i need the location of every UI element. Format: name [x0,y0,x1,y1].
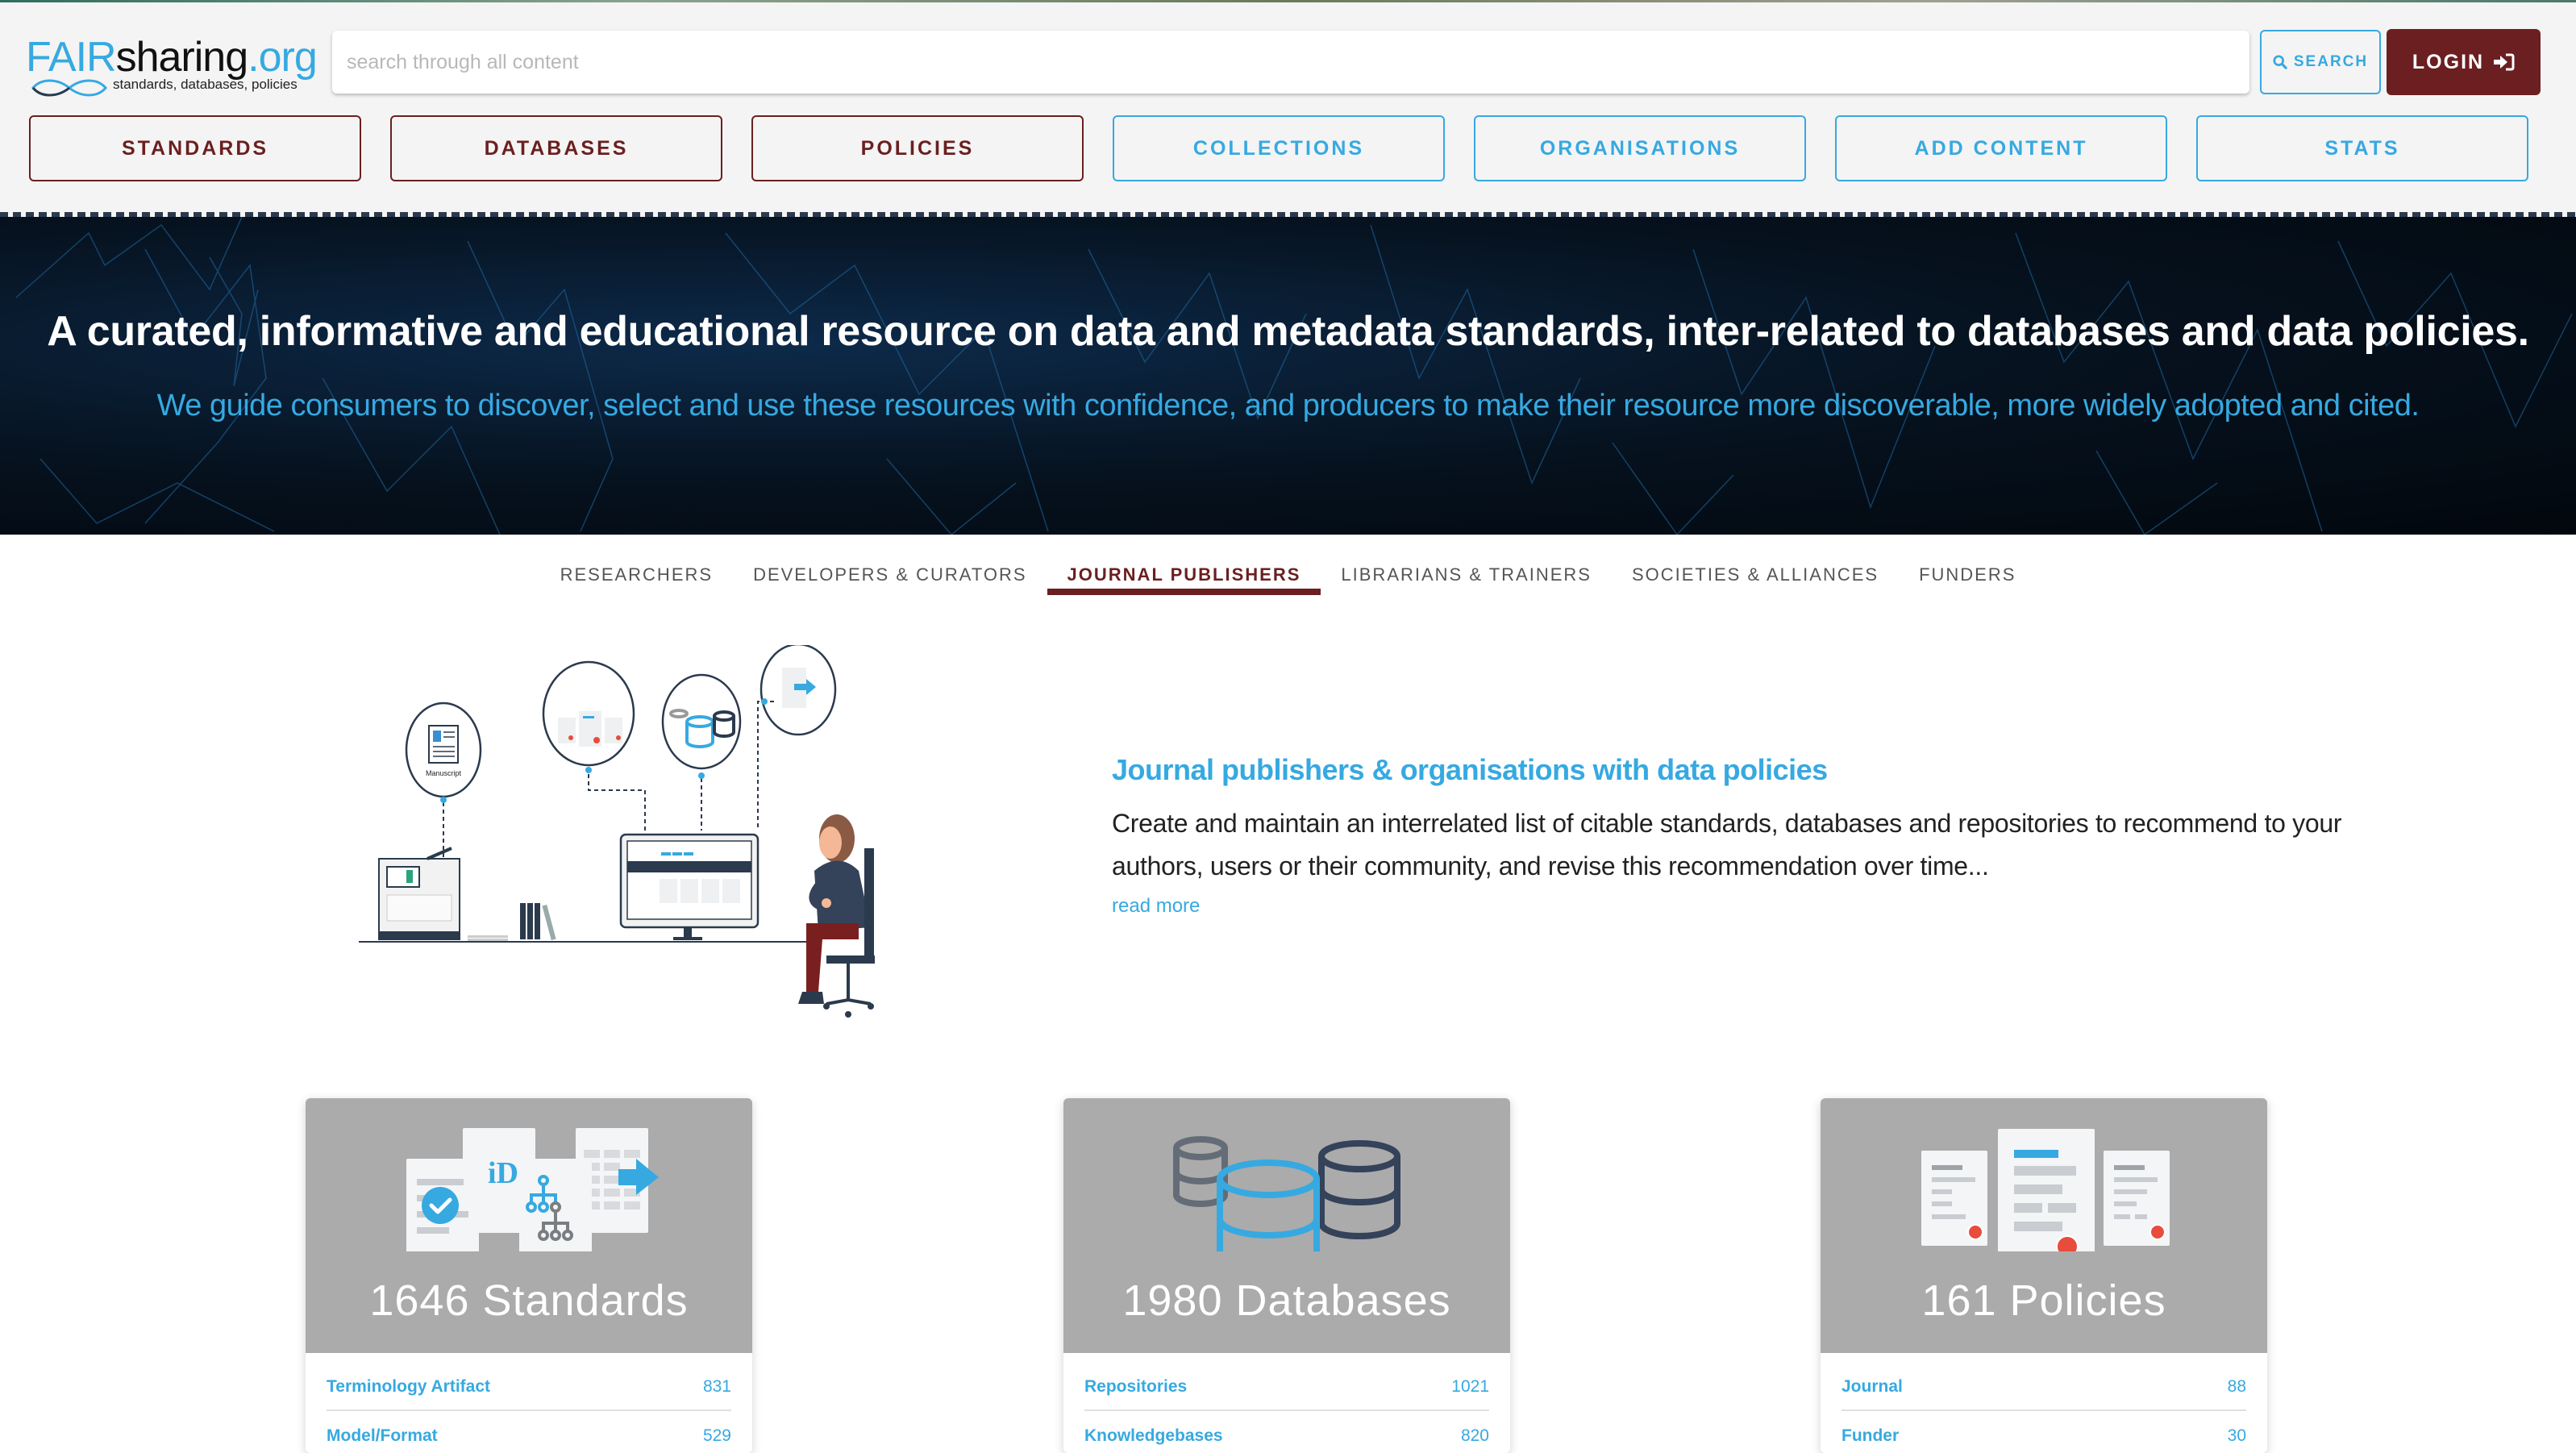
policies-card[interactable]: 161 Policies Journal 88 Funder 30 [1821,1098,2267,1453]
audience-tabs: RESEARCHERS DEVELOPERS & CURATORS JOURNA… [0,535,2576,615]
nav-policies[interactable]: POLICIES [751,115,1084,181]
hero-title: A curated, informative and educational r… [47,308,2529,355]
manuscript-label: Manuscript [426,769,462,777]
card-row[interactable]: Funder 30 [1841,1413,2246,1453]
policies-icon [1921,1129,2170,1251]
nav-label: STATS [2324,136,2400,160]
tab-label: DEVELOPERS & CURATORS [753,564,1027,585]
nav-add-content[interactable]: ADD CONTENT [1835,115,2167,181]
row-count: 30 [2227,1426,2246,1445]
logo-sharing: sharing [115,34,249,81]
databases-bubble [661,673,742,770]
nav-stats[interactable]: STATS [2196,115,2528,181]
sign-in-icon [2494,53,2515,71]
tab-researchers[interactable]: RESEARCHERS [540,535,733,615]
row-count: 529 [702,1426,731,1445]
search-icon [2273,55,2287,69]
nav-databases[interactable]: DATABASES [390,115,722,181]
intro-title: Journal publishers & organisations with … [1112,753,1828,786]
search-input[interactable] [332,31,2249,94]
card-row[interactable]: Repositories 1021 [1084,1364,1489,1411]
tab-societies-alliances[interactable]: SOCIETIES & ALLIANCES [1612,535,1899,615]
card-row[interactable]: Model/Format 529 [327,1413,731,1453]
tab-label: RESEARCHERS [560,564,714,585]
fairsharing-logo[interactable]: FAIRsharing.org standards, databases, po… [26,34,324,97]
row-label: Terminology Artifact [327,1377,491,1396]
logo-tagline: standards, databases, policies [113,77,298,92]
tab-label: FUNDERS [1919,564,2016,585]
card-row[interactable]: Journal 88 [1841,1364,2246,1411]
logo-wordmark: FAIRsharing.org [26,34,318,81]
row-count: 88 [2227,1377,2246,1396]
hero-subtitle: We guide consumers to discover, select a… [156,389,2420,423]
card-row[interactable]: Knowledgebases 820 [1084,1413,1489,1453]
databases-icon [1173,1136,1400,1251]
standards-card[interactable]: iD 1646 Standards Terminology Artifact 83… [306,1098,752,1453]
hero-banner: A curated, informative and educational r… [0,217,2576,535]
login-button[interactable]: LOGIN [2387,29,2541,95]
intro-description: Create and maintain an interrelated list… [1112,809,2342,881]
databases-count-title: 1980 Databases [1122,1276,1451,1325]
card-header: 1980 Databases [1063,1098,1510,1353]
tab-label: SOCIETIES & ALLIANCES [1631,564,1879,585]
row-label: Journal [1841,1377,1903,1396]
tab-librarians-trainers[interactable]: LIBRARIANS & TRAINERS [1321,535,1612,615]
databases-card[interactable]: 1980 Databases Repositories 1021 Knowledg… [1063,1098,1510,1453]
card-header: iD 1646 Standards [306,1098,752,1353]
row-label: Knowledgebases [1084,1426,1223,1445]
row-count: 831 [702,1377,731,1396]
tab-label: JOURNAL PUBLISHERS [1067,564,1301,585]
read-more-link[interactable]: read more [1112,895,1200,918]
tab-developers-curators[interactable]: DEVELOPERS & CURATORS [733,535,1047,615]
standards-icon: iD [406,1128,659,1251]
row-label: Repositories [1084,1377,1188,1396]
card-row[interactable]: Terminology Artifact 831 [327,1364,731,1411]
nav-label: POLICIES [860,136,975,160]
search-button-label: SEARCH [2293,53,2369,70]
nav-label: ADD CONTENT [1914,136,2088,160]
nav-organisations[interactable]: ORGANISATIONS [1474,115,1806,181]
nav-collections[interactable]: COLLECTIONS [1113,115,1445,181]
policies-count-title: 161 Policies [1921,1276,2166,1325]
nav-label: STANDARDS [121,136,269,160]
row-count: 820 [1460,1426,1489,1445]
nav-label: ORGANISATIONS [1539,136,1741,160]
tab-journal-publishers[interactable]: JOURNAL PUBLISHERS [1047,535,1321,615]
network-background-graphic [15,217,2573,535]
tab-label: LIBRARIANS & TRAINERS [1341,564,1592,585]
row-count: 1021 [1451,1377,1489,1396]
search-button[interactable]: SEARCH [2260,30,2381,94]
standards-count-title: 1646 Standards [369,1276,689,1325]
row-label: Model/Format [327,1426,438,1445]
site-header: FAIRsharing.org standards, databases, po… [0,2,2576,212]
nav-standards[interactable]: STANDARDS [29,115,361,181]
logo-fair: FAIR [26,34,117,81]
tab-funders[interactable]: FUNDERS [1899,535,2036,615]
nav-label: DATABASES [484,136,629,160]
card-header: 161 Policies [1821,1098,2267,1353]
infinity-icon [31,79,107,97]
login-button-label: LOGIN [2412,50,2485,73]
svg-text:iD: iD [488,1156,518,1190]
nav-label: COLLECTIONS [1192,136,1365,160]
row-label: Funder [1841,1426,1900,1445]
journal-publishers-illustration: Manuscript [359,645,875,1018]
logo-org: .org [248,34,318,81]
